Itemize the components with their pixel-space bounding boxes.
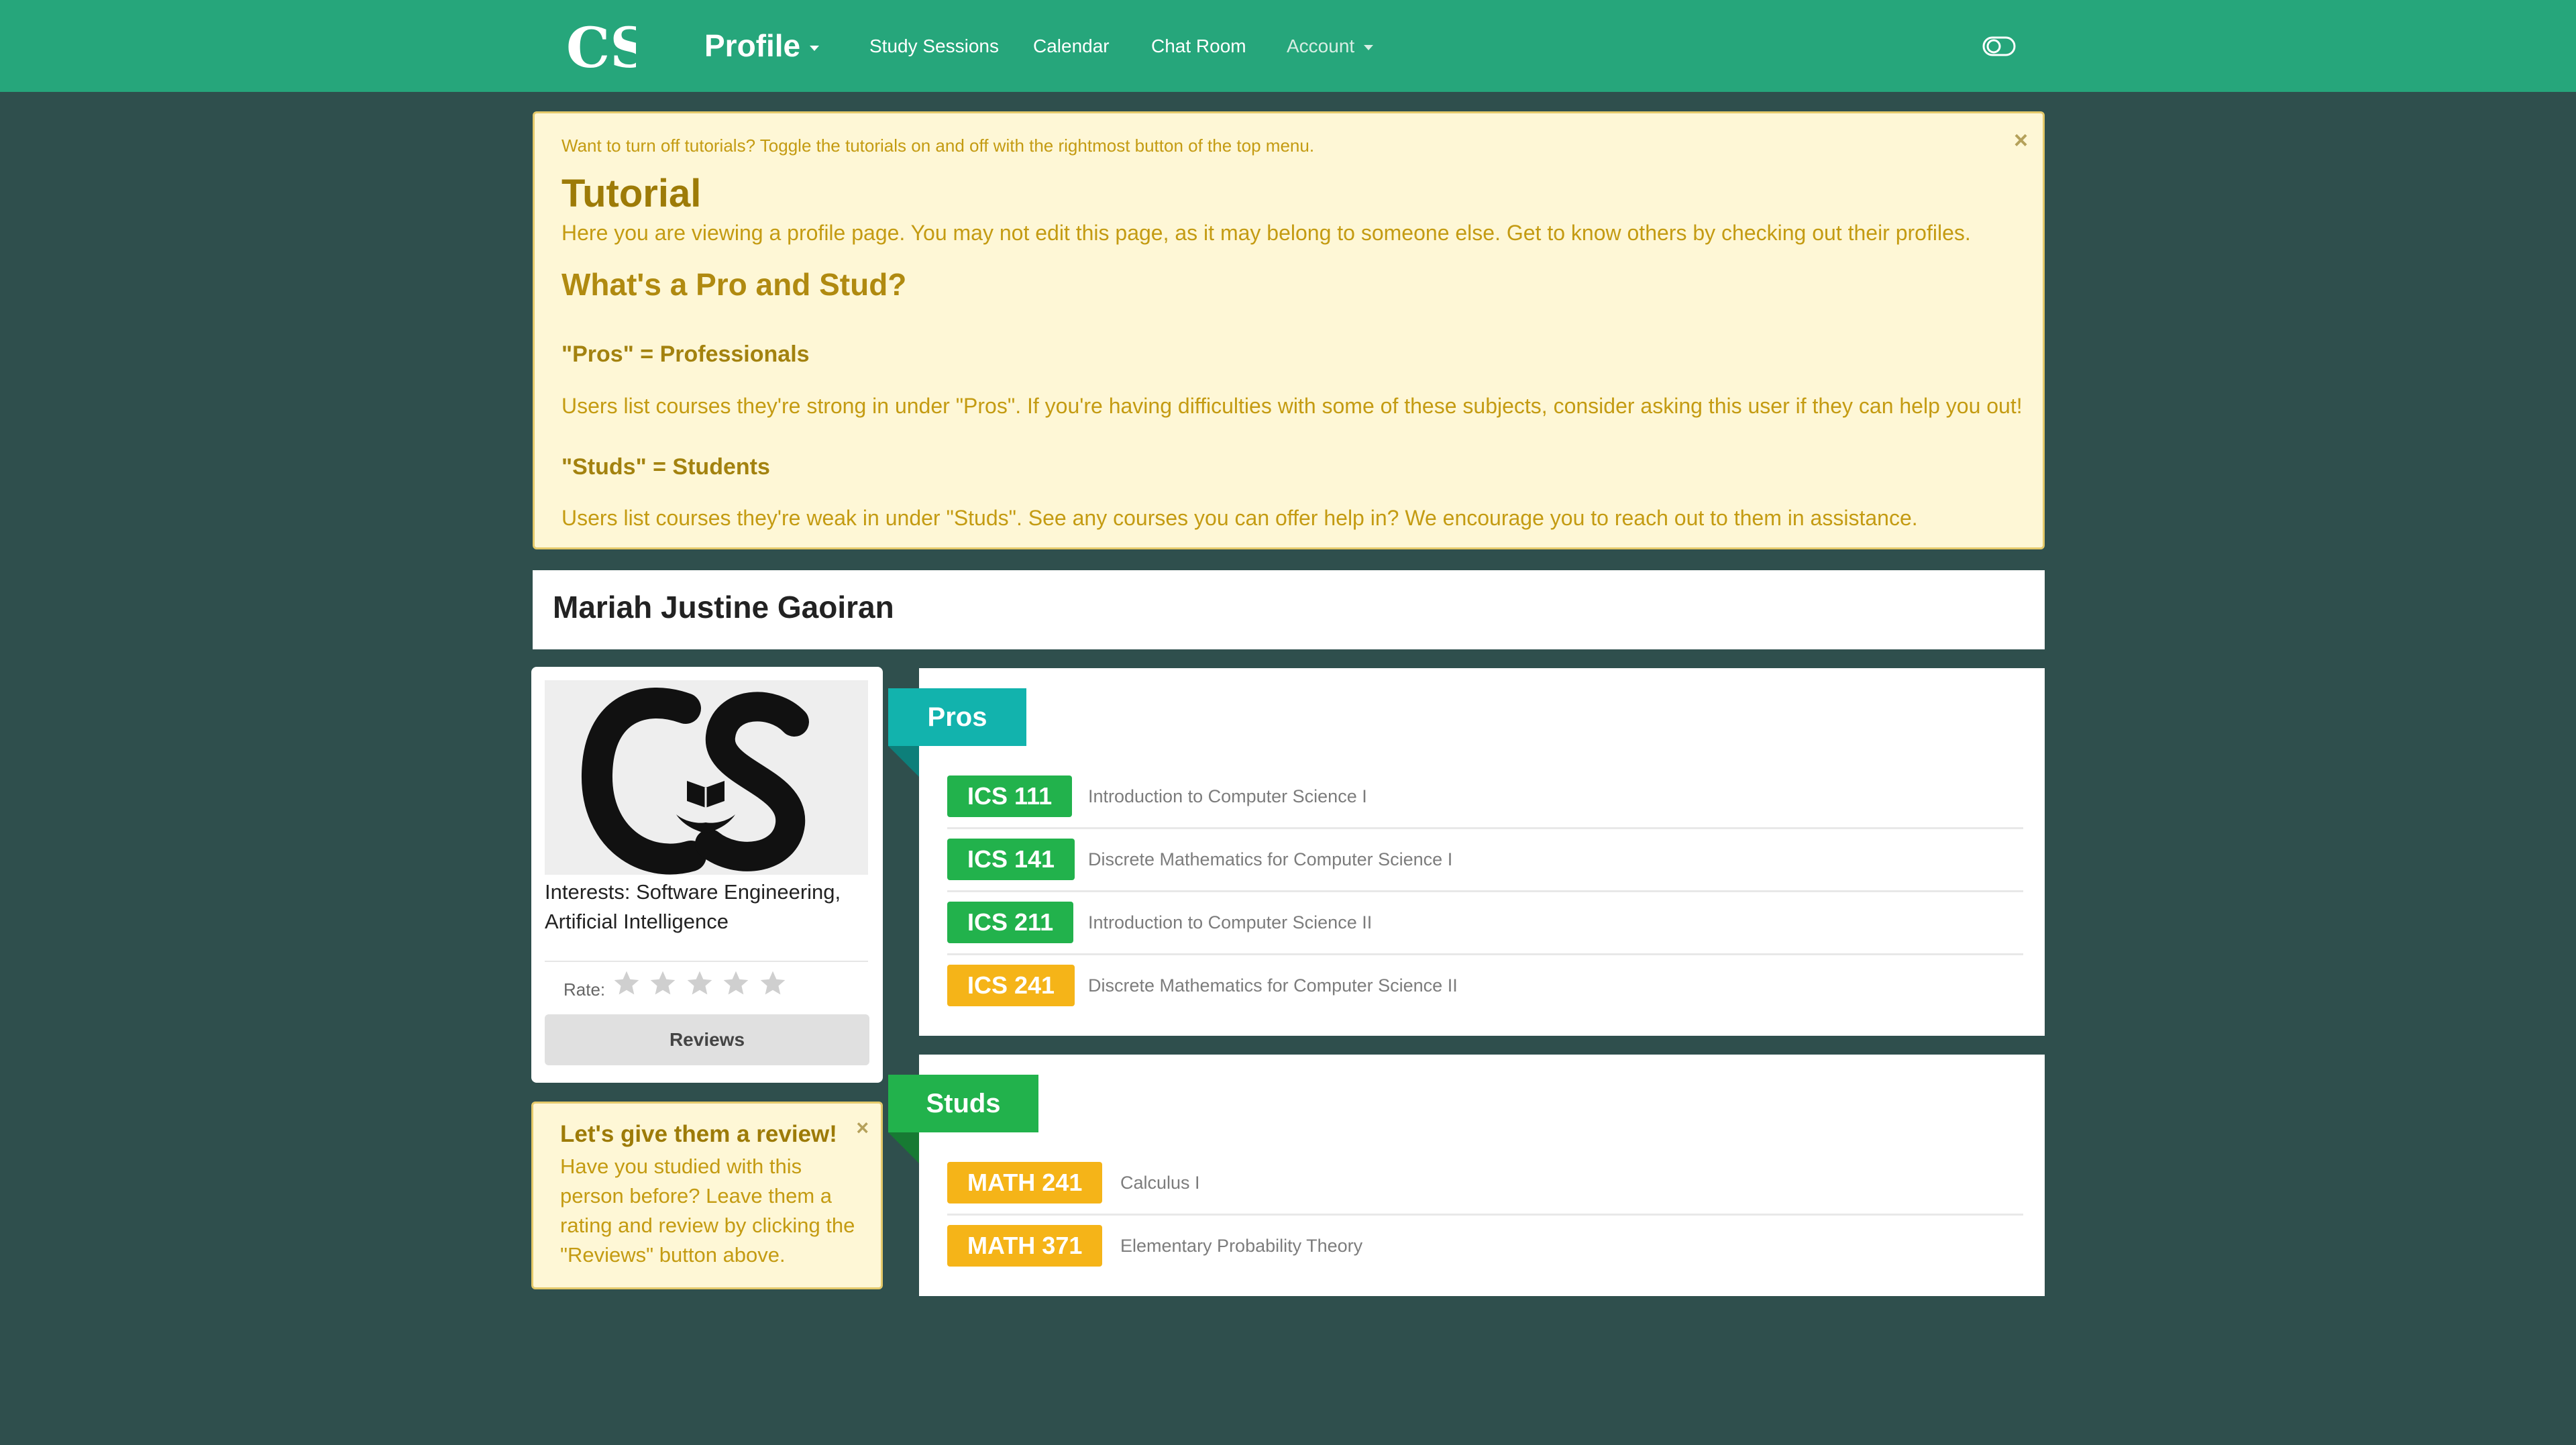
- profile-card: Interests: Software Engineering, Artific…: [531, 667, 883, 1083]
- star-icon[interactable]: [685, 969, 714, 998]
- cs-logo-icon[interactable]: CS: [565, 15, 636, 78]
- close-icon[interactable]: ×: [856, 1117, 869, 1138]
- nav-profile-dropdown[interactable]: Profile: [704, 0, 820, 92]
- reviews-button[interactable]: Reviews: [545, 1014, 869, 1065]
- course-badge[interactable]: ICS 111: [947, 775, 1073, 817]
- chevron-down-icon: [1364, 44, 1374, 50]
- nav-study-sessions[interactable]: Study Sessions: [869, 0, 999, 92]
- review-prompt-alert: × Let's give them a review! Have you stu…: [531, 1102, 883, 1289]
- course-row[interactable]: ICS 111 Introduction to Computer Science…: [947, 767, 2023, 829]
- course-row[interactable]: MATH 241 Calculus I: [947, 1154, 2023, 1216]
- review-prompt-body: Have you studied with this person before…: [560, 1155, 855, 1267]
- tutorial-title: Tutorial: [561, 172, 702, 215]
- star-icon[interactable]: [648, 969, 678, 998]
- course-name: Introduction to Computer Science II: [1088, 912, 1373, 932]
- course-row[interactable]: MATH 371 Elementary Probability Theory: [947, 1217, 2023, 1279]
- star-rating[interactable]: [612, 969, 792, 1002]
- cs-logo-icon: [581, 687, 809, 875]
- chevron-down-icon: [810, 45, 820, 51]
- course-badge[interactable]: ICS 141: [947, 839, 1075, 880]
- nav-account-label: Account: [1287, 36, 1355, 56]
- tutorial-alert: × Want to turn off tutorials? Toggle the…: [533, 111, 2045, 549]
- course-row[interactable]: ICS 241 Discrete Mathematics for Compute…: [947, 957, 2023, 1018]
- star-icon[interactable]: [758, 969, 788, 998]
- star-icon[interactable]: [721, 969, 751, 998]
- nav-calendar[interactable]: Calendar: [1033, 0, 1110, 92]
- rate-label: Rate:: [564, 979, 606, 1000]
- pros-panel: Pros ICS 111 Introduction to Computer Sc…: [888, 668, 2045, 1036]
- course-name: Elementary Probability Theory: [1120, 1236, 1363, 1256]
- course-badge[interactable]: ICS 241: [947, 965, 1075, 1006]
- profile-image: [545, 680, 868, 875]
- tutorial-subtitle: What's a Pro and Stud?: [561, 267, 907, 302]
- divider: [545, 961, 868, 962]
- tutorial-pros-heading: "Pros" = Professionals: [561, 341, 810, 367]
- course-name: Discrete Mathematics for Computer Scienc…: [1088, 849, 1453, 869]
- svg-text:CS: CS: [566, 16, 636, 78]
- course-name: Discrete Mathematics for Computer Scienc…: [1088, 975, 1458, 996]
- tutorial-description: Here you are viewing a profile page. You…: [561, 221, 1971, 245]
- profile-name: Mariah Justine Gaoiran: [553, 590, 894, 625]
- studs-panel: Studs MATH 241 Calculus I MATH 371 Eleme…: [888, 1055, 2045, 1296]
- tutorial-studs-text: Users list courses they're weak in under…: [561, 506, 1918, 530]
- profile-name-bar: Mariah Justine Gaoiran: [533, 570, 2045, 649]
- course-badge[interactable]: MATH 241: [947, 1162, 1103, 1203]
- pros-ribbon: Pros: [888, 688, 1026, 746]
- course-name: Calculus I: [1120, 1173, 1200, 1193]
- top-navbar: CS Profile Study Sessions Calendar Chat …: [0, 0, 2576, 92]
- tutorial-pros-text: Users list courses they're strong in und…: [561, 394, 2023, 418]
- tutorial-intro: Want to turn off tutorials? Toggle the t…: [561, 136, 1315, 156]
- ribbon-fold: [888, 1132, 919, 1163]
- star-icon[interactable]: [612, 969, 641, 998]
- tutorial-studs-heading: "Studs" = Students: [561, 454, 770, 480]
- ribbon-fold: [888, 746, 919, 777]
- profile-interests: Interests: Software Engineering, Artific…: [545, 880, 841, 933]
- nav-profile-label: Profile: [704, 28, 801, 63]
- nav-account-dropdown[interactable]: Account: [1287, 0, 1374, 92]
- nav-chat-room[interactable]: Chat Room: [1151, 0, 1246, 92]
- toggle-icon[interactable]: [1982, 36, 2016, 56]
- course-row[interactable]: ICS 211 Introduction to Computer Science…: [947, 894, 2023, 955]
- course-badge[interactable]: ICS 211: [947, 902, 1074, 943]
- review-prompt-title: Let's give them a review!: [560, 1121, 837, 1147]
- course-badge[interactable]: MATH 371: [947, 1225, 1103, 1267]
- course-row[interactable]: ICS 141 Discrete Mathematics for Compute…: [947, 831, 2023, 892]
- close-icon[interactable]: ×: [2014, 128, 2028, 152]
- course-name: Introduction to Computer Science I: [1088, 786, 1367, 806]
- studs-ribbon: Studs: [888, 1075, 1038, 1132]
